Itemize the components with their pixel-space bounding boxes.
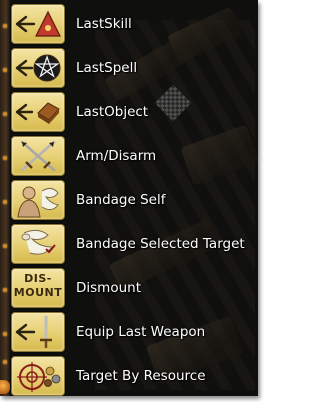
rail-gem-icon (0, 380, 10, 394)
dismount-icon-line: DIS- (24, 272, 52, 285)
rail-dot (3, 200, 7, 204)
macro-label: LastObject (76, 104, 149, 120)
macro-dismount[interactable]: DIS- MOUNT Dismount (11, 266, 256, 310)
macro-bandage-selected-target[interactable]: Bandage Selected Target (11, 222, 256, 266)
macro-label: Arm/Disarm (76, 148, 157, 164)
dismount-icon-text: DIS- MOUNT (12, 272, 64, 300)
dismount-icon: DIS- MOUNT (11, 268, 65, 308)
macro-label: Equip Last Weapon (76, 324, 206, 340)
macro-last-skill[interactable]: LastSkill (11, 2, 256, 46)
target-resource-icon (11, 356, 65, 396)
rail-dot (3, 112, 7, 116)
rail-dot (3, 68, 7, 72)
arrow-pentagram-icon (11, 48, 65, 88)
dismount-icon-line: MOUNT (13, 286, 63, 299)
macro-label: LastSpell (76, 60, 138, 76)
macro-arm-disarm[interactable]: Arm/Disarm (11, 134, 256, 178)
macro-list: LastSkill LastSpell LastObject Arm/Disar… (11, 2, 256, 396)
arrow-weapon-icon (11, 312, 65, 352)
bandage-target-icon (11, 224, 65, 264)
macro-equip-last-weapon[interactable]: Equip Last Weapon (11, 310, 256, 354)
rail-dot (3, 360, 7, 364)
crossed-swords-icon (11, 136, 65, 176)
macro-label: Bandage Selected Target (76, 236, 245, 252)
macro-panel: LastSkill LastSpell LastObject Arm/Disar… (0, 0, 258, 396)
rail-dot (3, 244, 7, 248)
rail-dot (3, 288, 7, 292)
left-rail (0, 0, 10, 396)
macro-last-object[interactable]: LastObject (11, 90, 256, 134)
arrow-triangle-icon (11, 4, 65, 44)
macro-label: Bandage Self (76, 192, 166, 208)
rail-dot (3, 332, 7, 336)
arrow-object-icon (11, 92, 65, 132)
rail-dot (3, 156, 7, 160)
macro-label: Dismount (76, 280, 141, 296)
bandage-self-icon (11, 180, 65, 220)
rail-dot (3, 24, 7, 28)
macro-label: Target By Resource (76, 368, 206, 384)
macro-target-by-resource[interactable]: Target By Resource (11, 354, 256, 396)
macro-bandage-self[interactable]: Bandage Self (11, 178, 256, 222)
macro-last-spell[interactable]: LastSpell (11, 46, 256, 90)
macro-label: LastSkill (76, 16, 132, 32)
